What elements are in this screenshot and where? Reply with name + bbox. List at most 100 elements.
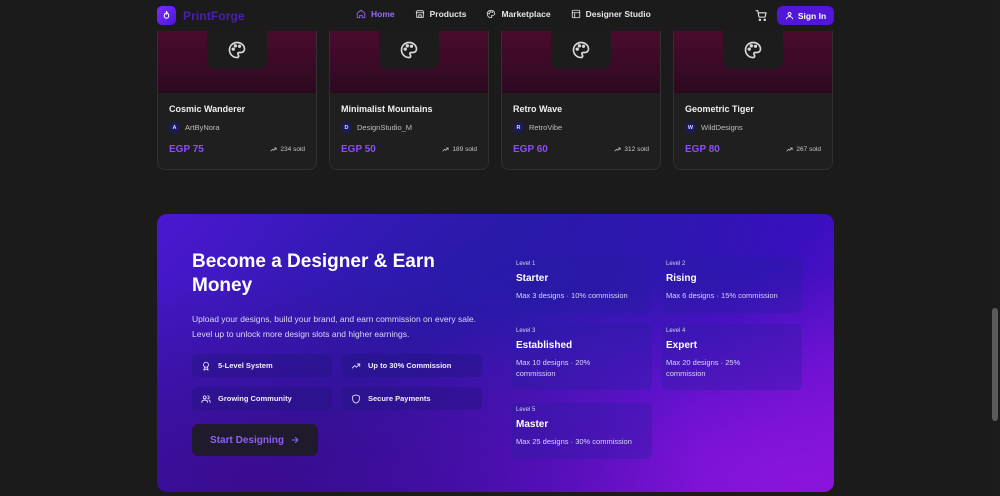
product-price: EGP 50 — [341, 144, 376, 155]
product-title: Geometric Tiger — [685, 104, 754, 114]
level-name: Rising — [666, 273, 697, 284]
level-detail: Max 25 designs · 30% commission — [516, 437, 632, 446]
store-icon — [415, 10, 424, 18]
author-name: WildDesigns — [701, 123, 743, 132]
arrow-right-icon — [291, 436, 299, 444]
product-author[interactable]: A ArtByNora — [169, 122, 220, 133]
users-icon — [201, 394, 211, 403]
product-card[interactable]: Cosmic Wanderer A ArtByNora EGP 75 234 s… — [157, 31, 317, 170]
product-card[interactable]: Geometric Tiger W WildDesigns EGP 80 267… — [673, 31, 833, 170]
avatar: R — [513, 122, 524, 133]
designer-promo-banner: Become a Designer & Earn Money Upload yo… — [157, 214, 834, 492]
level-card: Level 4 Expert Max 20 designs · 25% comm… — [662, 324, 802, 390]
level-detail: Max 20 designs · 25% commission — [666, 358, 741, 378]
level-number: Level 1 — [516, 261, 536, 267]
avatar: A — [169, 122, 180, 133]
cart-icon[interactable] — [755, 9, 768, 22]
sold-label: 312 sold — [624, 146, 649, 153]
grid-icon — [571, 9, 580, 19]
promo-description: Upload your designs, build your brand, a… — [192, 314, 476, 339]
palette-icon — [572, 41, 590, 59]
sold-label: 234 sold — [280, 146, 305, 153]
level-card: Level 1 Starter Max 3 designs · 10% comm… — [512, 257, 652, 313]
nav-link-designer-studio[interactable]: Designer Studio — [571, 9, 651, 19]
sold-count: 234 sold — [270, 146, 305, 153]
sold-label: 189 sold — [452, 146, 477, 153]
product-author[interactable]: D DesignStudio_M — [341, 122, 412, 133]
product-card[interactable]: Minimalist Mountains D DesignStudio_M EG… — [329, 31, 489, 170]
feature-label: Up to 30% Commission — [368, 361, 452, 370]
nav-link-products[interactable]: Products — [415, 9, 466, 19]
level-detail: Max 6 designs · 15% commission — [666, 291, 778, 300]
feature-label: Growing Community — [218, 394, 292, 403]
level-number: Level 2 — [666, 261, 686, 267]
user-icon — [785, 12, 793, 20]
start-designing-button[interactable]: Start Designing — [192, 424, 318, 456]
avatar: D — [341, 122, 352, 133]
scrollbar-thumb[interactable] — [992, 308, 998, 421]
nav-link-label: Designer Studio — [585, 9, 651, 19]
product-image — [158, 31, 316, 93]
product-title: Retro Wave — [513, 104, 563, 114]
product-title: Minimalist Mountains — [341, 104, 433, 114]
sold-count: 189 sold — [442, 146, 477, 153]
avatar: W — [685, 122, 696, 133]
sold-count: 312 sold — [614, 146, 649, 153]
palette-icon — [744, 41, 762, 59]
product-image — [502, 31, 660, 93]
product-title: Cosmic Wanderer — [169, 104, 246, 114]
trending-up-icon — [270, 147, 277, 152]
palette-icon — [400, 41, 418, 59]
author-name: ArtByNora — [185, 123, 220, 132]
level-card: Level 3 Established Max 10 designs · 20%… — [512, 324, 652, 390]
award-icon — [203, 361, 209, 371]
sign-in-button[interactable]: Sign In — [777, 6, 834, 25]
brand-name: PrintForge — [183, 8, 245, 23]
feature-label: 5-Level System — [218, 361, 273, 370]
feature-label: Secure Payments — [368, 394, 431, 403]
shield-icon — [352, 393, 360, 404]
palette-icon — [487, 9, 496, 19]
product-price: EGP 80 — [685, 144, 720, 155]
nav-link-marketplace[interactable]: Marketplace — [486, 9, 551, 19]
home-icon — [356, 9, 366, 19]
product-author[interactable]: W WildDesigns — [685, 122, 743, 133]
palette-icon — [228, 41, 246, 59]
nav-link-label: Marketplace — [501, 9, 551, 19]
sign-in-label: Sign In — [797, 10, 827, 21]
nav-link-home[interactable]: Home — [356, 9, 395, 19]
author-name: DesignStudio_M — [357, 123, 413, 132]
sold-count: 267 sold — [786, 146, 821, 153]
cta-label: Start Designing — [210, 434, 284, 446]
product-card[interactable]: Retro Wave R RetroVibe EGP 60 312 sold — [501, 31, 661, 170]
brand-logo-icon — [157, 6, 176, 25]
trending-up-icon — [442, 147, 449, 152]
product-grid: Cosmic Wanderer A ArtByNora EGP 75 234 s… — [157, 31, 833, 170]
level-detail: Max 3 designs · 10% commission — [516, 291, 628, 300]
nav-links: Home Products Marketplace Designer Studi… — [356, 9, 651, 19]
product-image — [330, 31, 488, 93]
top-navbar: PrintForge Home Products Marketplace Des… — [0, 0, 990, 31]
product-image — [674, 31, 832, 93]
trending-up-icon — [614, 147, 621, 152]
level-name: Starter — [516, 273, 549, 284]
trending-up-icon — [351, 363, 361, 368]
promo-title: Become a Designer & Earn Money — [192, 251, 435, 296]
level-number: Level 4 — [666, 328, 686, 334]
page-scrollbar[interactable] — [990, 0, 1000, 496]
level-number: Level 3 — [516, 328, 536, 334]
product-price: EGP 75 — [169, 144, 204, 155]
brand[interactable]: PrintForge — [157, 6, 245, 25]
feature-commission: Up to 30% Commission — [342, 354, 482, 377]
level-name: Established — [516, 340, 573, 351]
level-card: Level 2 Rising Max 6 designs · 15% commi… — [662, 257, 802, 313]
trending-up-icon — [786, 147, 793, 152]
level-detail: Max 10 designs · 20% commission — [516, 358, 591, 378]
feature-payments: Secure Payments — [342, 387, 482, 410]
feature-community: Growing Community — [192, 387, 332, 410]
product-author[interactable]: R RetroVibe — [513, 122, 562, 133]
level-name: Master — [516, 419, 549, 430]
level-name: Expert — [666, 340, 698, 351]
author-name: RetroVibe — [529, 123, 563, 132]
level-card: Level 5 Master Max 25 designs · 30% comm… — [512, 403, 652, 459]
